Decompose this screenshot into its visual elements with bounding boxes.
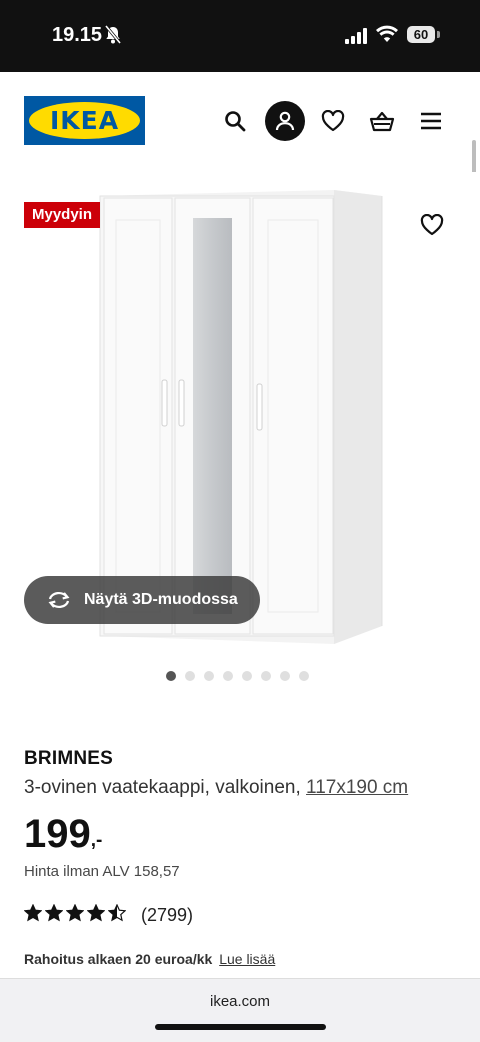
rotate-3d-icon [46,590,72,610]
star-half-icon [107,903,127,927]
product-price: 199 ,- [24,810,102,858]
bell-muted-icon [104,25,122,50]
price-integer: 199 [24,812,91,856]
star-full-icon [65,903,85,927]
user-icon[interactable] [265,101,305,141]
product-description-text: 3-ovinen vaatekaappi, valkoinen, [24,777,301,798]
product-rating[interactable]: (2799) [23,903,194,927]
ikea-logo[interactable]: IKEA [24,96,145,145]
financing-text: Rahoitus alkaen 20 euroa/kk [24,951,213,967]
menu-icon[interactable] [413,103,449,139]
battery-icon: 60 [407,26,435,43]
view-3d-label: Näytä 3D-muodossa [84,591,238,608]
home-indicator [155,1024,326,1030]
product-size-link[interactable]: 117x190 cm [306,777,408,798]
price-suffix: ,- [90,830,103,851]
add-to-favourites-button[interactable] [412,205,452,245]
cellular-signal-icon [345,28,369,49]
gallery-dot[interactable] [261,671,271,681]
search-icon[interactable] [217,103,253,139]
bestseller-badge: Myydyin [24,202,101,228]
logo-text: IKEA [49,106,120,135]
status-bar: 19.15 60 [0,0,480,72]
star-full-icon [23,903,43,927]
wifi-icon [376,25,398,48]
heart-icon[interactable] [315,103,351,139]
price-excl-vat: Hinta ilman ALV 158,57 [24,863,180,880]
gallery-dot[interactable] [242,671,252,681]
gallery-dot[interactable] [185,671,195,681]
logo-oval: IKEA [29,102,140,139]
rating-stars [23,903,129,927]
heart-icon [420,214,444,236]
product-name: BRIMNES [24,748,114,769]
star-full-icon [44,903,64,927]
gallery-dot[interactable] [204,671,214,681]
gallery-dot[interactable] [299,671,309,681]
product-description: 3-ovinen vaatekaappi, valkoinen, 117x190… [24,777,408,799]
view-3d-button[interactable]: Näytä 3D-muodossa [24,576,260,624]
gallery-pagination[interactable] [166,671,309,681]
gallery-dot[interactable] [280,671,290,681]
browser-url[interactable]: ikea.com [0,993,480,1010]
basket-icon[interactable] [364,103,400,139]
gallery-dot[interactable] [223,671,233,681]
battery-tip [437,31,440,38]
financing-info: Rahoitus alkaen 20 euroa/kk Lue lisää [24,951,275,967]
status-time: 19.15 [52,24,103,46]
financing-read-more-link[interactable]: Lue lisää [219,951,275,967]
review-count: (2799) [141,905,194,925]
browser-address-bar[interactable] [0,978,480,1042]
gallery-dot[interactable] [166,671,176,681]
star-full-icon [86,903,106,927]
